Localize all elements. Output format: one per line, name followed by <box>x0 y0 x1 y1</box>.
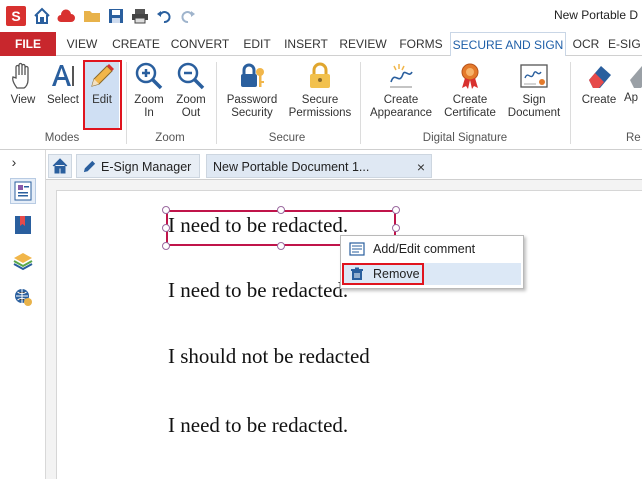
group-label-zoom: Zoom <box>155 132 185 144</box>
app-logo[interactable]: S <box>6 6 26 26</box>
select-label: Select <box>47 94 79 106</box>
open-folder-icon[interactable] <box>80 0 104 32</box>
apply-redaction-button[interactable]: Ap <box>624 60 642 128</box>
resize-handle[interactable] <box>277 206 285 214</box>
left-sidebar: › <box>0 150 46 479</box>
eraser-icon <box>589 66 611 88</box>
close-tab-icon[interactable]: × <box>417 155 425 179</box>
doc-line-3[interactable]: I should not be redacted <box>168 344 370 369</box>
menu-ocr[interactable]: OCR <box>568 32 604 56</box>
zoom-out-icon <box>177 62 205 90</box>
certificate-icon <box>461 63 479 89</box>
zoom-in-button[interactable]: Zoom In <box>130 60 168 128</box>
create-appearance-label: Create Appearance <box>369 94 433 119</box>
resize-handle[interactable] <box>392 224 400 232</box>
zoom-in-icon <box>135 62 163 90</box>
create-redaction-button[interactable]: Create <box>576 60 622 128</box>
pen-icon <box>83 160 96 173</box>
undo-icon[interactable] <box>152 0 176 32</box>
doc-line-2[interactable]: I need to be redacted. <box>168 278 348 303</box>
padlock-icon <box>310 62 330 88</box>
menu-view[interactable]: VIEW <box>58 32 106 56</box>
save-icon[interactable] <box>104 0 128 32</box>
expand-chevron-icon[interactable]: › <box>6 152 22 172</box>
zoom-in-label: Zoom In <box>134 94 164 119</box>
sign-document-label: Sign Document <box>507 94 561 119</box>
sign-icon <box>390 64 413 88</box>
group-label-redaction: Re <box>626 132 641 144</box>
divider <box>570 62 571 144</box>
view-label: View <box>10 94 36 106</box>
sign-document-button[interactable]: Sign Document <box>504 60 564 128</box>
group-label-digital-signature: Digital Signature <box>422 132 508 144</box>
menu-create[interactable]: CREATE <box>108 32 164 56</box>
resize-handle[interactable] <box>162 206 170 214</box>
resize-handle[interactable] <box>162 224 170 232</box>
home-icon[interactable] <box>30 0 54 32</box>
group-label-secure: Secure <box>268 132 306 144</box>
password-security-label: Password Security <box>226 94 278 119</box>
layers-icon[interactable] <box>10 248 36 274</box>
tab-document-label: New Portable Document 1... <box>213 160 370 174</box>
menu-convert[interactable]: CONVERT <box>166 32 234 56</box>
select-button[interactable]: Select <box>44 60 82 128</box>
create-certificate-button[interactable]: Create Certificate <box>440 60 500 128</box>
view-button[interactable]: View <box>4 60 42 128</box>
secure-permissions-button[interactable]: Secure Permissions <box>288 60 352 128</box>
lock-key-icon <box>241 63 264 87</box>
attachments-icon[interactable] <box>10 284 36 310</box>
menu-secure-and-sign[interactable]: SECURE AND SIGN <box>450 32 566 57</box>
menu-forms[interactable]: FORMS <box>394 32 448 56</box>
tab-esign-manager[interactable]: E-Sign Manager <box>76 154 200 178</box>
remove-highlight <box>342 263 424 285</box>
create-appearance-button[interactable]: Create Appearance <box>366 60 436 128</box>
sign-document-icon <box>520 64 548 88</box>
resize-handle[interactable] <box>392 206 400 214</box>
menu-bar: FILE VIEW CREATE CONVERT EDIT INSERT REV… <box>0 32 642 57</box>
menu-insert[interactable]: INSERT <box>280 32 332 56</box>
tab-document[interactable]: New Portable Document 1... × <box>206 154 432 178</box>
create-certificate-label: Create Certificate <box>444 94 496 119</box>
resize-handle[interactable] <box>277 242 285 250</box>
doc-line-4[interactable]: I need to be redacted. <box>168 413 348 438</box>
menu-edit[interactable]: EDIT <box>236 32 278 56</box>
secure-permissions-label: Secure Permissions <box>288 94 352 119</box>
add-edit-comment-label: Add/Edit comment <box>373 242 476 256</box>
edit-highlight <box>83 60 122 130</box>
ap-label: Ap <box>624 92 639 104</box>
window-title: New Portable D <box>553 8 638 22</box>
ribbon: View Select Edit Modes Zoom In Zoom Out Zo… <box>0 56 642 150</box>
create-label: Create <box>581 94 617 106</box>
text-select-icon <box>52 65 74 86</box>
password-security-button[interactable]: Password Security <box>222 60 282 128</box>
title-bar: S New Portable D <box>0 0 642 32</box>
cloud-icon[interactable] <box>54 0 78 32</box>
bookmarks-icon[interactable] <box>10 212 36 238</box>
eraser-gray-icon <box>630 66 642 88</box>
thumbnails-icon[interactable] <box>10 178 36 204</box>
menu-review[interactable]: REVIEW <box>334 32 392 56</box>
tab-esign-manager-label: E-Sign Manager <box>101 160 192 174</box>
comment-icon <box>347 241 367 257</box>
resize-handle[interactable] <box>162 242 170 250</box>
add-edit-comment-item[interactable]: Add/Edit comment <box>343 238 521 260</box>
hand-icon <box>12 62 29 89</box>
print-icon[interactable] <box>128 0 152 32</box>
home-tab-icon[interactable] <box>48 154 72 178</box>
menu-e-sign[interactable]: E-SIG <box>608 32 642 56</box>
zoom-out-button[interactable]: Zoom Out <box>172 60 210 128</box>
menu-file[interactable]: FILE <box>0 32 56 56</box>
group-label-modes: Modes <box>44 132 80 144</box>
zoom-out-label: Zoom Out <box>176 94 206 119</box>
document-tabs: E-Sign Manager New Portable Document 1..… <box>46 150 642 180</box>
redo-icon[interactable] <box>176 0 200 32</box>
